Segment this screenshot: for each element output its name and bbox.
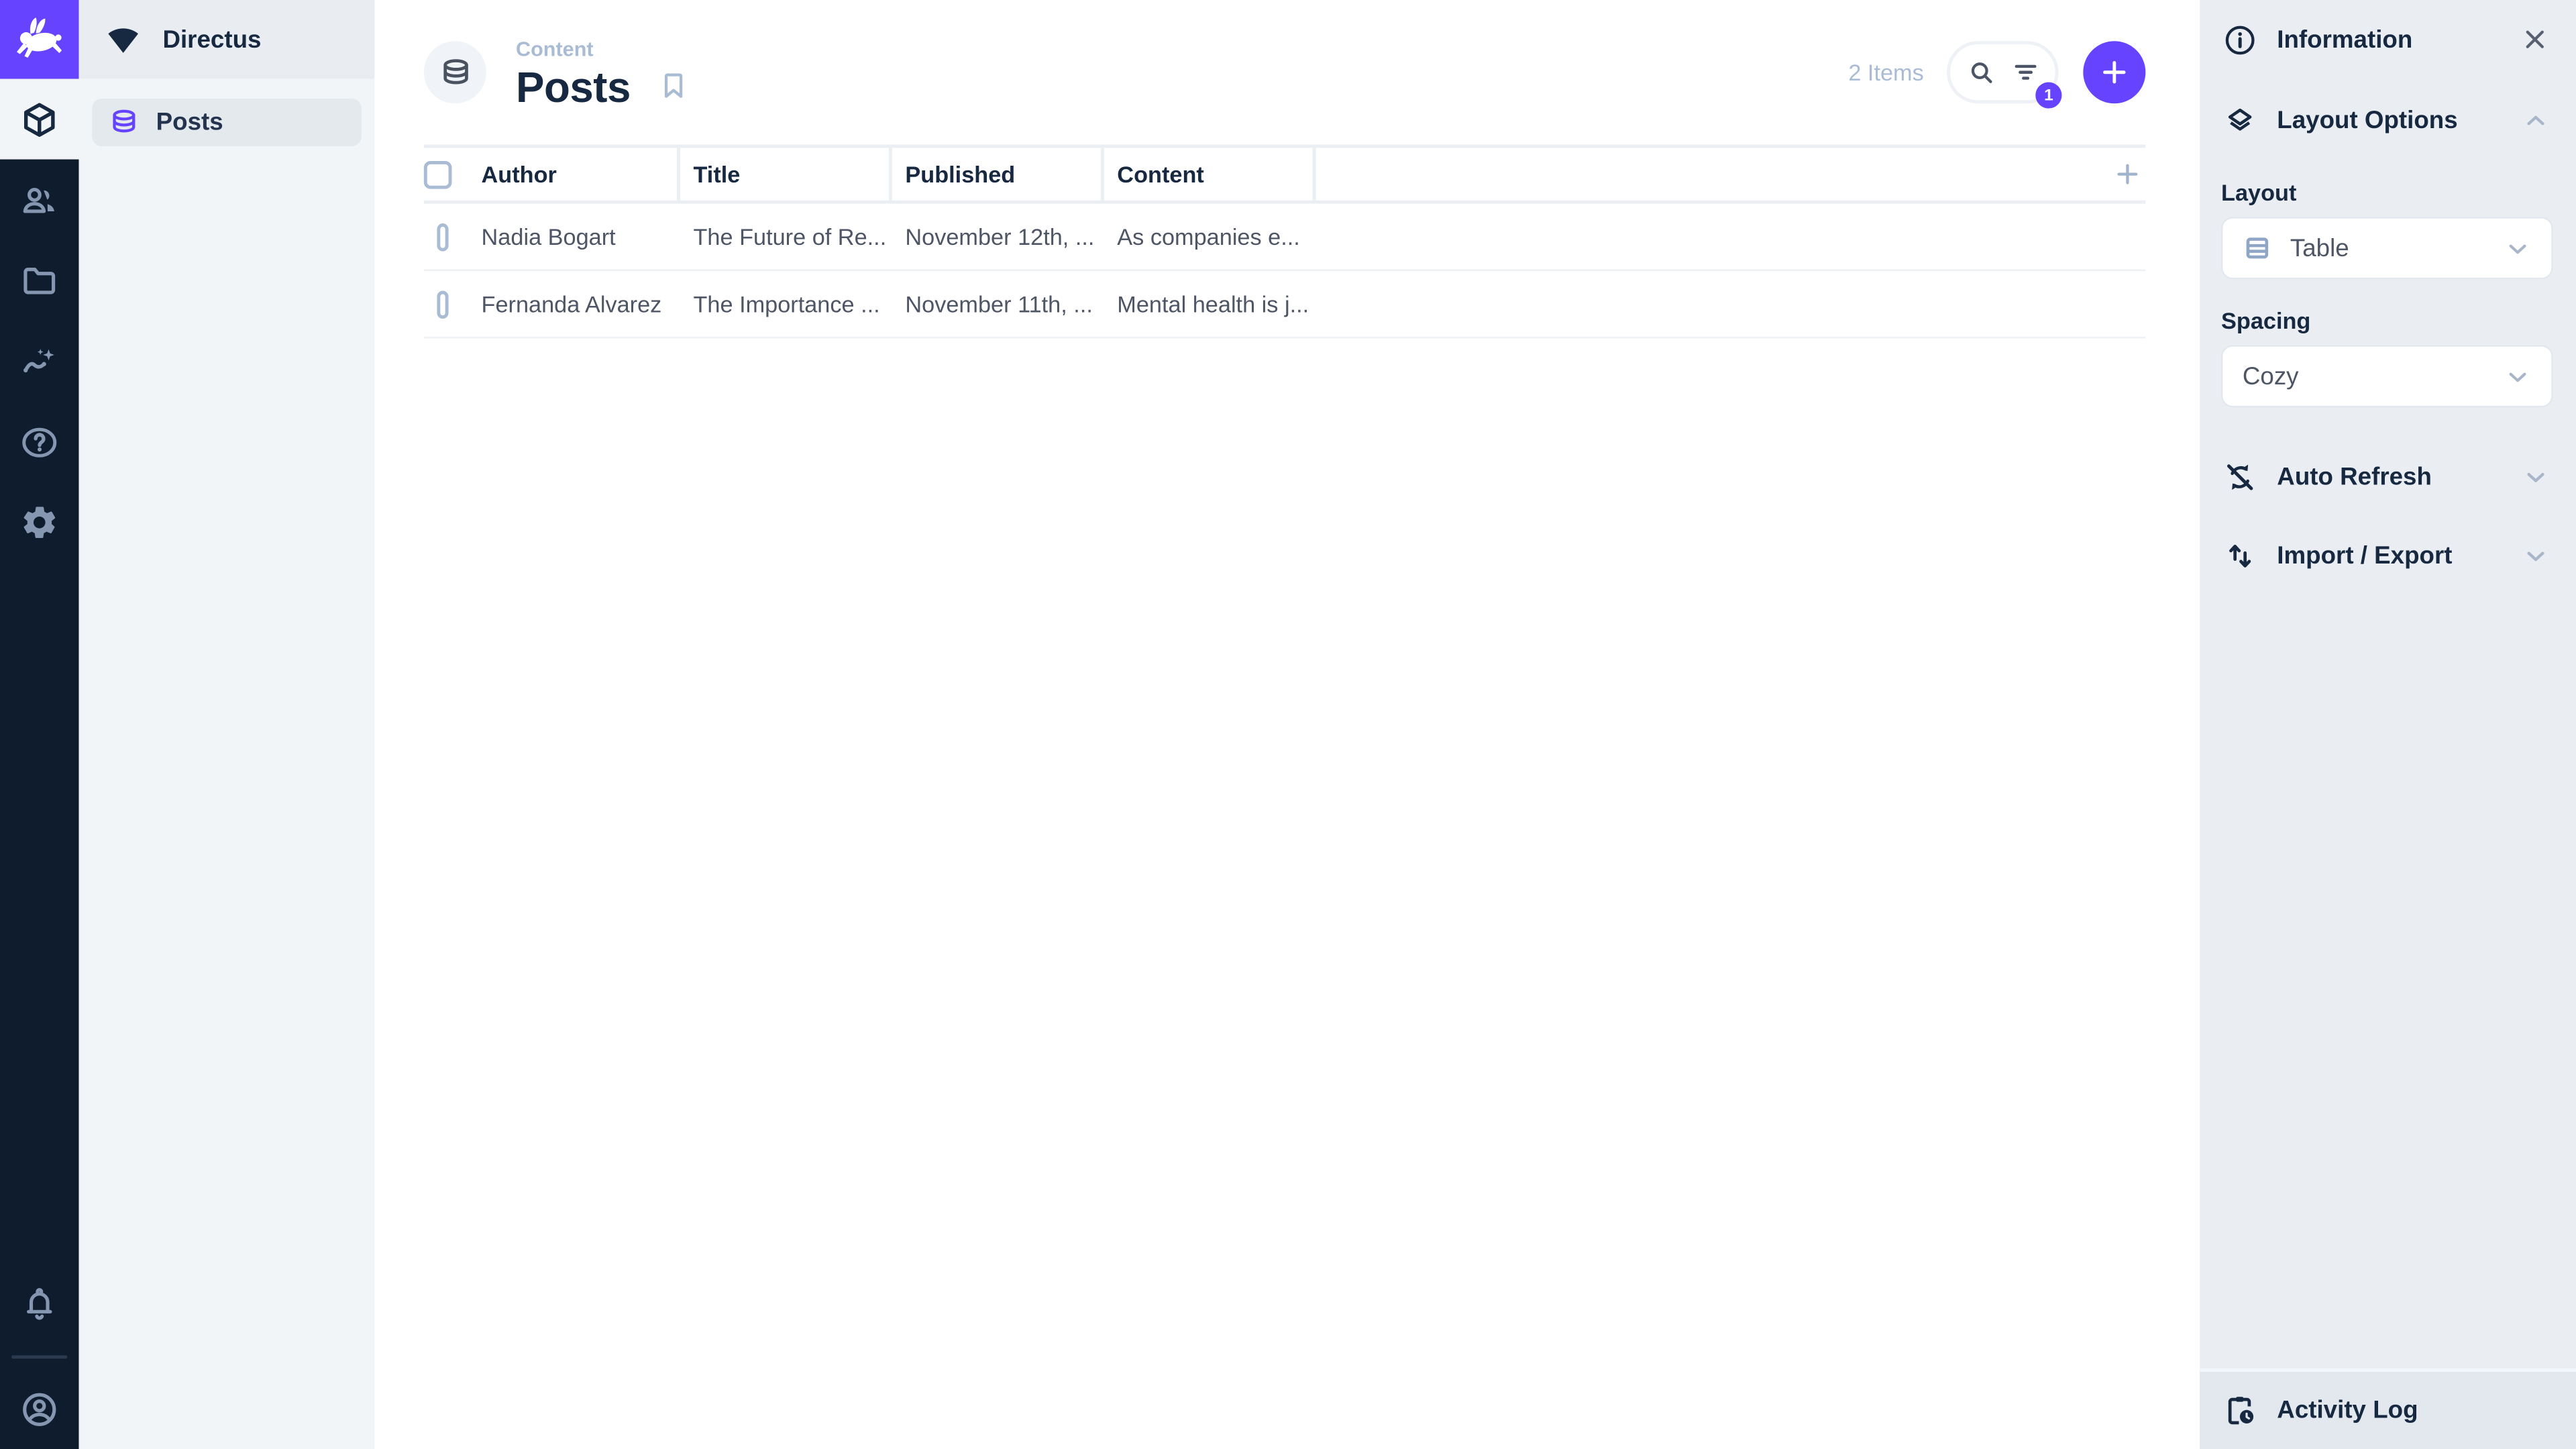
spacing-select-value: Cozy bbox=[2242, 362, 2299, 390]
folder-icon bbox=[19, 260, 59, 300]
breadcrumb[interactable]: Content bbox=[516, 37, 631, 60]
sidebar-section-information[interactable]: Information bbox=[2200, 0, 2576, 79]
title-block: Content Posts bbox=[516, 37, 631, 107]
nav-list: Posts bbox=[79, 79, 375, 166]
column-header-content[interactable]: Content bbox=[1104, 148, 1316, 201]
box-icon bbox=[19, 99, 59, 139]
notifications-button[interactable] bbox=[0, 1263, 79, 1344]
filter-count-badge: 1 bbox=[2035, 82, 2062, 109]
sidebar-section-label: Information bbox=[2277, 25, 2413, 54]
sidebar-section-auto-refresh[interactable]: Auto Refresh bbox=[2200, 437, 2576, 516]
filter-icon[interactable] bbox=[2010, 58, 2039, 87]
cell-published: November 11th, ... bbox=[905, 290, 1093, 317]
close-icon[interactable] bbox=[2520, 25, 2550, 54]
detail-sidebar: Information Layout Options Layout Table … bbox=[2200, 0, 2576, 1449]
row-checkbox[interactable] bbox=[437, 222, 449, 251]
column-header-published[interactable]: Published bbox=[892, 148, 1104, 201]
main-content: Content Posts 2 Items 1 Author Title Pub… bbox=[374, 0, 2200, 1449]
chevron-down-icon bbox=[2522, 462, 2550, 490]
chevron-down-icon bbox=[2504, 362, 2532, 390]
cell-title: The Future of Re... bbox=[693, 223, 887, 250]
layers-icon bbox=[2222, 103, 2257, 137]
items-table: Author Title Published Content Nadia Bog… bbox=[423, 144, 2146, 339]
project-name: Directus bbox=[162, 25, 262, 54]
account-button[interactable] bbox=[0, 1368, 79, 1449]
activity-log-label: Activity Log bbox=[2277, 1396, 2418, 1425]
clipboard-clock-icon bbox=[2222, 1393, 2257, 1428]
nav-item-posts[interactable]: Posts bbox=[92, 98, 362, 146]
layout-select[interactable]: Table bbox=[2221, 217, 2553, 280]
table-header-row: Author Title Published Content bbox=[423, 144, 2146, 204]
spacing-field-label: Spacing bbox=[2221, 307, 2311, 334]
table-row[interactable]: Nadia Bogart The Future of Re... Novembe… bbox=[423, 204, 2146, 272]
sidebar-section-label: Import / Export bbox=[2277, 541, 2453, 570]
bell-icon bbox=[19, 1284, 59, 1324]
collection-icon-button[interactable] bbox=[423, 41, 486, 104]
swap-vert-icon bbox=[2222, 538, 2257, 572]
chevron-down-icon bbox=[2522, 541, 2550, 570]
table-row[interactable]: Fernanda Alvarez The Importance ... Nove… bbox=[423, 271, 2146, 339]
cell-content: Mental health is j... bbox=[1117, 290, 1309, 317]
row-checkbox-cell bbox=[424, 222, 468, 251]
table-icon bbox=[2243, 233, 2272, 263]
chevron-down-icon bbox=[2504, 234, 2532, 262]
people-icon bbox=[19, 180, 59, 219]
column-header-author[interactable]: Author bbox=[468, 148, 680, 201]
chevron-up-icon bbox=[2522, 106, 2550, 134]
sidebar-section-import-export[interactable]: Import / Export bbox=[2200, 516, 2576, 595]
cell-author: Fernanda Alvarez bbox=[481, 290, 662, 317]
sidebar-section-label: Auto Refresh bbox=[2277, 462, 2432, 491]
add-item-button[interactable] bbox=[2083, 41, 2146, 104]
cell-published: November 12th, ... bbox=[905, 223, 1095, 250]
module-files-button[interactable] bbox=[0, 240, 79, 321]
layout-field-label: Layout bbox=[2221, 178, 2297, 206]
module-settings-button[interactable] bbox=[0, 482, 79, 562]
gear-icon bbox=[19, 502, 59, 541]
search-icon[interactable] bbox=[1966, 58, 1995, 87]
page-title: Posts bbox=[515, 61, 631, 111]
add-column-button[interactable] bbox=[2112, 148, 2145, 200]
bookmark-icon[interactable] bbox=[657, 69, 690, 102]
plus-icon bbox=[2112, 160, 2142, 189]
insights-icon bbox=[19, 341, 59, 380]
cell-content: As companies e... bbox=[1117, 223, 1300, 250]
project-chooser[interactable]: Directus bbox=[78, 0, 375, 79]
cell-title: The Importance ... bbox=[693, 290, 880, 317]
layout-select-value: Table bbox=[2290, 233, 2349, 262]
nav-sidebar: Directus Posts bbox=[78, 0, 375, 1449]
page-header: Content Posts 2 Items 1 bbox=[423, 0, 2146, 145]
directus-rabbit-icon bbox=[13, 13, 66, 66]
module-bar bbox=[0, 0, 79, 1449]
database-icon bbox=[438, 55, 472, 89]
info-icon bbox=[2222, 22, 2257, 56]
column-header-title[interactable]: Title bbox=[680, 148, 892, 201]
fan-icon bbox=[103, 19, 143, 59]
select-all-cell bbox=[423, 148, 468, 200]
sidebar-section-label: Layout Options bbox=[2277, 105, 2458, 134]
row-checkbox-cell bbox=[424, 290, 468, 318]
items-count: 2 Items bbox=[1848, 59, 1924, 86]
database-icon bbox=[109, 107, 140, 138]
sidebar-section-layout-options[interactable]: Layout Options bbox=[2200, 79, 2576, 161]
module-insights-button[interactable] bbox=[0, 321, 79, 401]
row-checkbox[interactable] bbox=[437, 290, 449, 318]
cell-author: Nadia Bogart bbox=[481, 223, 616, 250]
search-filter-pill[interactable]: 1 bbox=[1947, 41, 2062, 109]
spacing-select[interactable]: Cozy bbox=[2221, 345, 2553, 408]
help-icon bbox=[19, 421, 59, 461]
layout-options-fields: Layout Table Spacing Cozy bbox=[2200, 161, 2576, 437]
app-window: Directus Posts Content Posts 2 Items 1 A… bbox=[0, 0, 2576, 1449]
directus-logo-button[interactable] bbox=[0, 0, 79, 79]
select-all-checkbox[interactable] bbox=[423, 160, 452, 189]
account-circle-icon bbox=[19, 1389, 59, 1429]
module-content-button[interactable] bbox=[0, 78, 79, 160]
module-users-button[interactable] bbox=[0, 160, 79, 240]
module-bar-divider bbox=[11, 1355, 68, 1359]
sync-disabled-icon bbox=[2222, 459, 2257, 493]
plus-icon bbox=[2098, 56, 2131, 89]
module-help-button[interactable] bbox=[0, 401, 79, 482]
nav-item-label: Posts bbox=[156, 108, 223, 137]
activity-log-button[interactable]: Activity Log bbox=[2200, 1368, 2576, 1449]
